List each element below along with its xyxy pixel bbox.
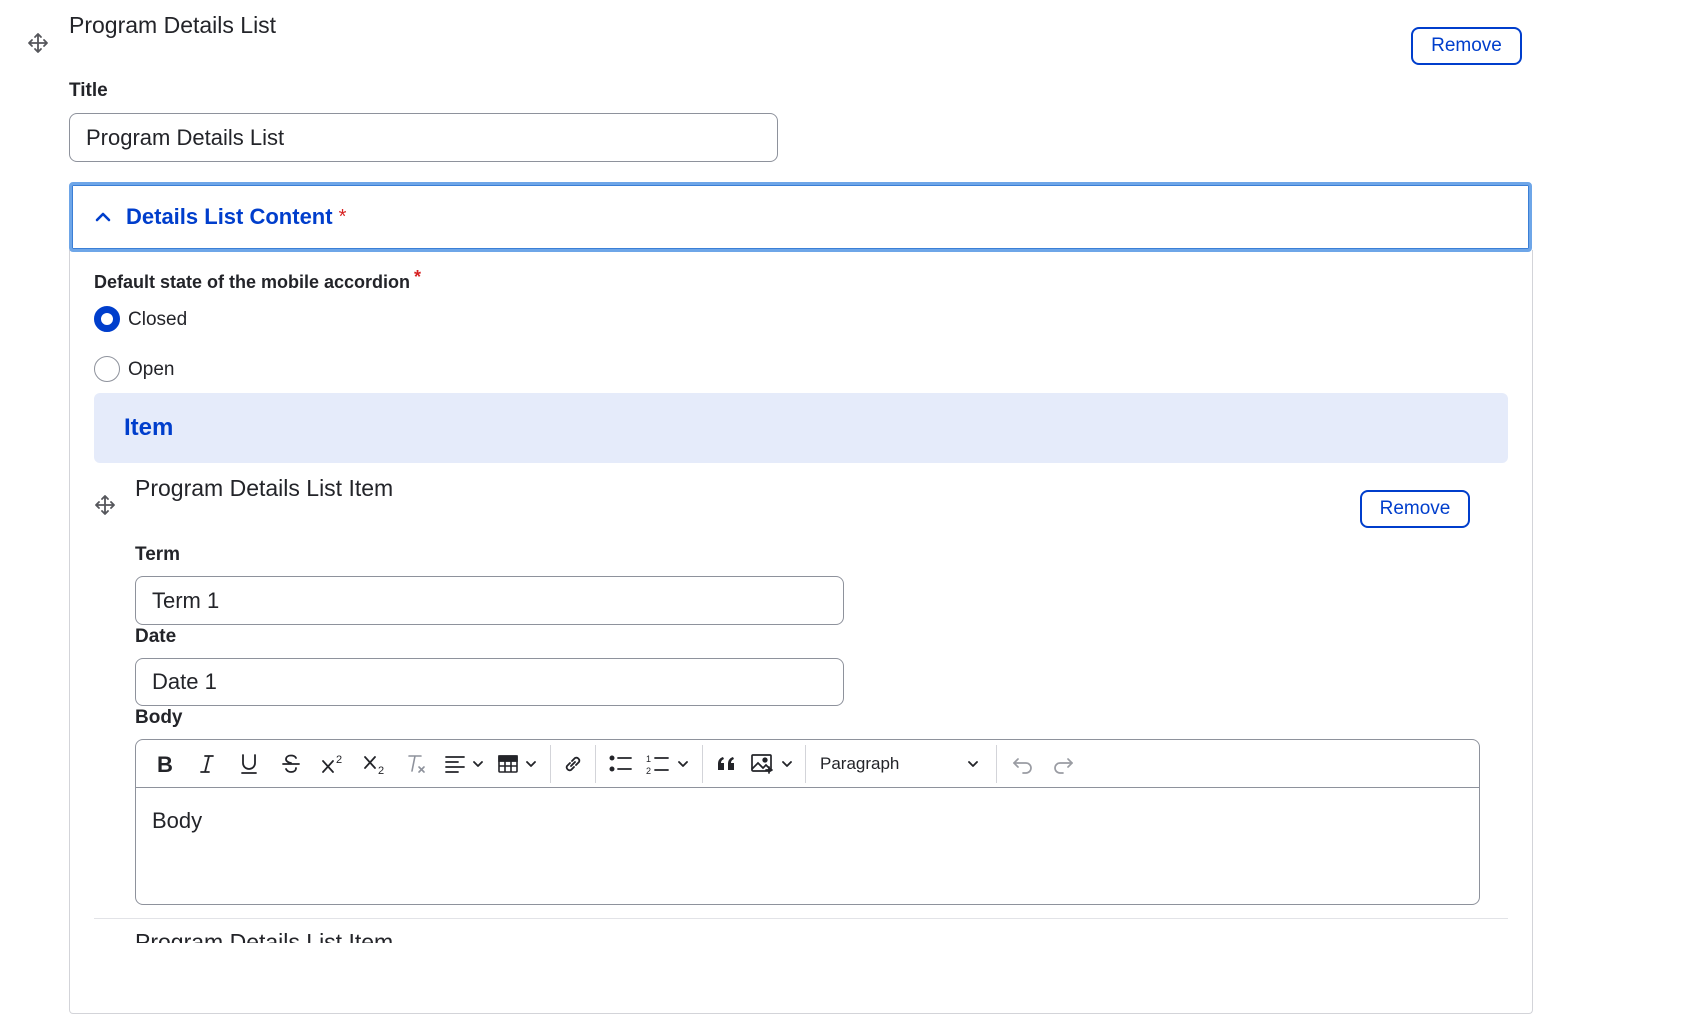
- toolbar-separator: [702, 744, 703, 783]
- remove-format-icon[interactable]: [396, 744, 438, 784]
- paragraph-title: Program Details List: [69, 12, 277, 38]
- heading-select-value: Paragraph: [820, 753, 900, 773]
- toolbar-separator: [550, 744, 551, 783]
- svg-text:2: 2: [336, 754, 342, 766]
- chevron-down-icon: [525, 760, 536, 767]
- strikethrough-icon[interactable]: [270, 744, 312, 784]
- next-item-title-text: Program Details List Item: [135, 929, 394, 943]
- term-field-label: Term: [135, 544, 181, 565]
- drag-handle-icon[interactable]: [94, 494, 116, 516]
- date-field-label: Date: [135, 626, 177, 647]
- table-icon: [497, 754, 518, 773]
- redo-icon[interactable]: [1043, 744, 1083, 784]
- details-list-content-summary[interactable]: Details List Content *: [69, 182, 1532, 252]
- underline-icon[interactable]: [228, 744, 270, 784]
- body-field-label: Body: [135, 707, 183, 728]
- editor-toolbar: B 2 2 1 2 Paragraph: [136, 740, 1479, 788]
- item-section-header: [94, 393, 1508, 463]
- toolbar-separator: [595, 744, 596, 783]
- chevron-down-icon: [782, 760, 792, 767]
- chevron-up-icon: [94, 208, 112, 226]
- body-editor: B 2 2 1 2 Paragraph Body: [135, 739, 1480, 905]
- image-dropdown[interactable]: [745, 744, 799, 784]
- undo-icon[interactable]: [1003, 744, 1043, 784]
- accordion-state-label: Default state of the mobile accordion *: [94, 267, 421, 293]
- chevron-down-icon: [968, 760, 978, 767]
- radio-open[interactable]: [94, 356, 120, 382]
- svg-text:B: B: [157, 753, 173, 775]
- align-icon: [444, 755, 465, 773]
- chevron-down-icon: [472, 760, 483, 767]
- item-heading: Item: [124, 414, 174, 441]
- svg-text:2: 2: [378, 765, 384, 776]
- heading-select[interactable]: Paragraph: [812, 754, 990, 774]
- bulleted-list-icon[interactable]: [602, 744, 640, 784]
- required-mark: *: [414, 267, 422, 287]
- remove-item-button[interactable]: Remove: [1360, 490, 1470, 528]
- table-dropdown[interactable]: [490, 744, 544, 784]
- details-summary-label: Details List Content: [126, 204, 333, 229]
- remove-paragraph-button[interactable]: Remove: [1411, 27, 1522, 65]
- chevron-down-icon: [678, 760, 688, 767]
- title-field-label: Title: [69, 80, 108, 101]
- subscript-icon[interactable]: 2: [354, 744, 396, 784]
- item-paragraph-title: Program Details List Item: [135, 475, 394, 501]
- italic-icon[interactable]: [186, 744, 228, 784]
- radio-open-label[interactable]: Open: [128, 359, 174, 381]
- toolbar-separator: [805, 744, 806, 783]
- radio-closed[interactable]: [94, 306, 120, 332]
- blockquote-icon[interactable]: [709, 744, 745, 784]
- radio-closed-label[interactable]: Closed: [128, 309, 187, 331]
- required-mark: *: [338, 205, 347, 228]
- bold-icon[interactable]: B: [142, 744, 186, 784]
- link-icon[interactable]: [557, 744, 589, 784]
- toolbar-separator: [996, 744, 997, 783]
- date-input[interactable]: [135, 658, 844, 706]
- svg-text:1: 1: [646, 754, 651, 764]
- accordion-state-label-text: Default state of the mobile accordion: [94, 272, 411, 292]
- numbered-list-dropdown[interactable]: 12: [640, 744, 696, 784]
- item-divider: [94, 918, 1508, 919]
- numbered-list-icon: 12: [646, 754, 669, 776]
- body-editor-content[interactable]: Body: [136, 788, 1479, 854]
- next-item-title: Program Details List Item: [135, 929, 393, 943]
- term-input[interactable]: [135, 576, 844, 625]
- drag-handle-icon[interactable]: [27, 32, 49, 54]
- title-input[interactable]: [69, 113, 778, 162]
- svg-text:2: 2: [646, 766, 651, 776]
- align-dropdown[interactable]: [438, 744, 490, 784]
- superscript-icon[interactable]: 2: [312, 744, 354, 784]
- image-icon: [751, 753, 773, 774]
